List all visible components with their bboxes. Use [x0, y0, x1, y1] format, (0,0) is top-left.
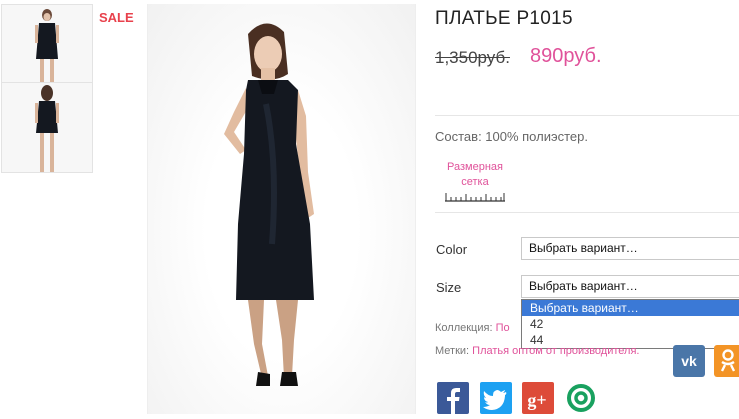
at-sign-icon [567, 384, 595, 412]
collection-row: Коллекция: По [435, 322, 510, 334]
vk-share-button[interactable]: vk [673, 345, 705, 377]
vk-icon: vk [681, 353, 697, 369]
color-label: Color [436, 242, 468, 257]
color-select[interactable]: Выбрать вариант… [521, 237, 739, 260]
size-select[interactable]: Выбрать вариант… [521, 275, 739, 298]
google-plus-icon: g+ [527, 390, 546, 410]
size-dropdown-list: Выбрать вариант… 42 44 [521, 299, 739, 349]
collection-link[interactable]: По [496, 322, 510, 334]
size-chart-label-line2: сетка [461, 176, 489, 188]
sale-price: 890руб. [530, 45, 602, 67]
product-composition: Состав: 100% полиэстер. [435, 129, 588, 144]
svg-text:vk: vk [681, 353, 697, 369]
svg-text:g+: g+ [527, 390, 546, 410]
odnoklassniki-icon [720, 349, 736, 372]
mail-share-button[interactable] [565, 382, 597, 414]
odnoklassniki-share-button[interactable] [714, 345, 739, 377]
size-option[interactable]: 42 [522, 316, 739, 332]
tags-link[interactable]: Платья оптом от производителя. [472, 345, 639, 357]
facebook-share-button[interactable] [437, 382, 469, 414]
size-label: Size [436, 280, 462, 295]
thumbnail-back[interactable] [1, 82, 93, 173]
collection-label: Коллекция: [435, 322, 493, 334]
product-main-photo[interactable] [147, 4, 416, 414]
size-chart-label-line1: Размерная [447, 161, 503, 173]
divider [435, 212, 739, 213]
sale-badge: SALE [99, 10, 134, 25]
old-price: 1,350руб. [435, 48, 510, 67]
ruler-icon [445, 193, 505, 202]
tags-row: Метки: Платья оптом от производителя. [435, 345, 639, 357]
tags-label: Метки: [435, 345, 470, 357]
twitter-share-button[interactable] [480, 382, 512, 414]
google-plus-share-button[interactable]: g+ [522, 382, 554, 414]
size-option[interactable]: Выбрать вариант… [522, 300, 739, 316]
facebook-icon [447, 388, 460, 414]
divider [435, 115, 739, 116]
size-chart-link[interactable]: Размерная сетка [440, 160, 510, 203]
thumbnail-front[interactable] [1, 4, 93, 83]
product-title: ПЛАТЬЕ P1015 [435, 8, 573, 29]
twitter-icon [483, 390, 507, 410]
